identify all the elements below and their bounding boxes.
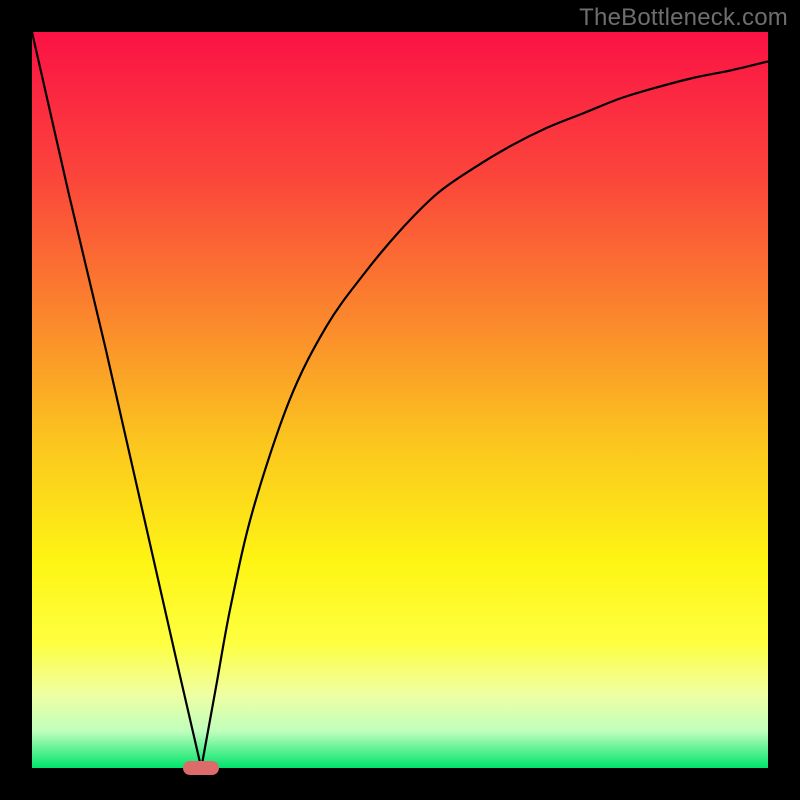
chart-frame: TheBottleneck.com: [0, 0, 800, 800]
chart-curve: [32, 32, 768, 768]
chart-background-gradient: [32, 32, 768, 768]
notch-marker: [183, 761, 219, 775]
gradient-rect: [32, 32, 768, 768]
curve-path: [32, 32, 768, 768]
watermark-text: TheBottleneck.com: [579, 4, 788, 32]
chart-plot-area: [32, 32, 768, 768]
